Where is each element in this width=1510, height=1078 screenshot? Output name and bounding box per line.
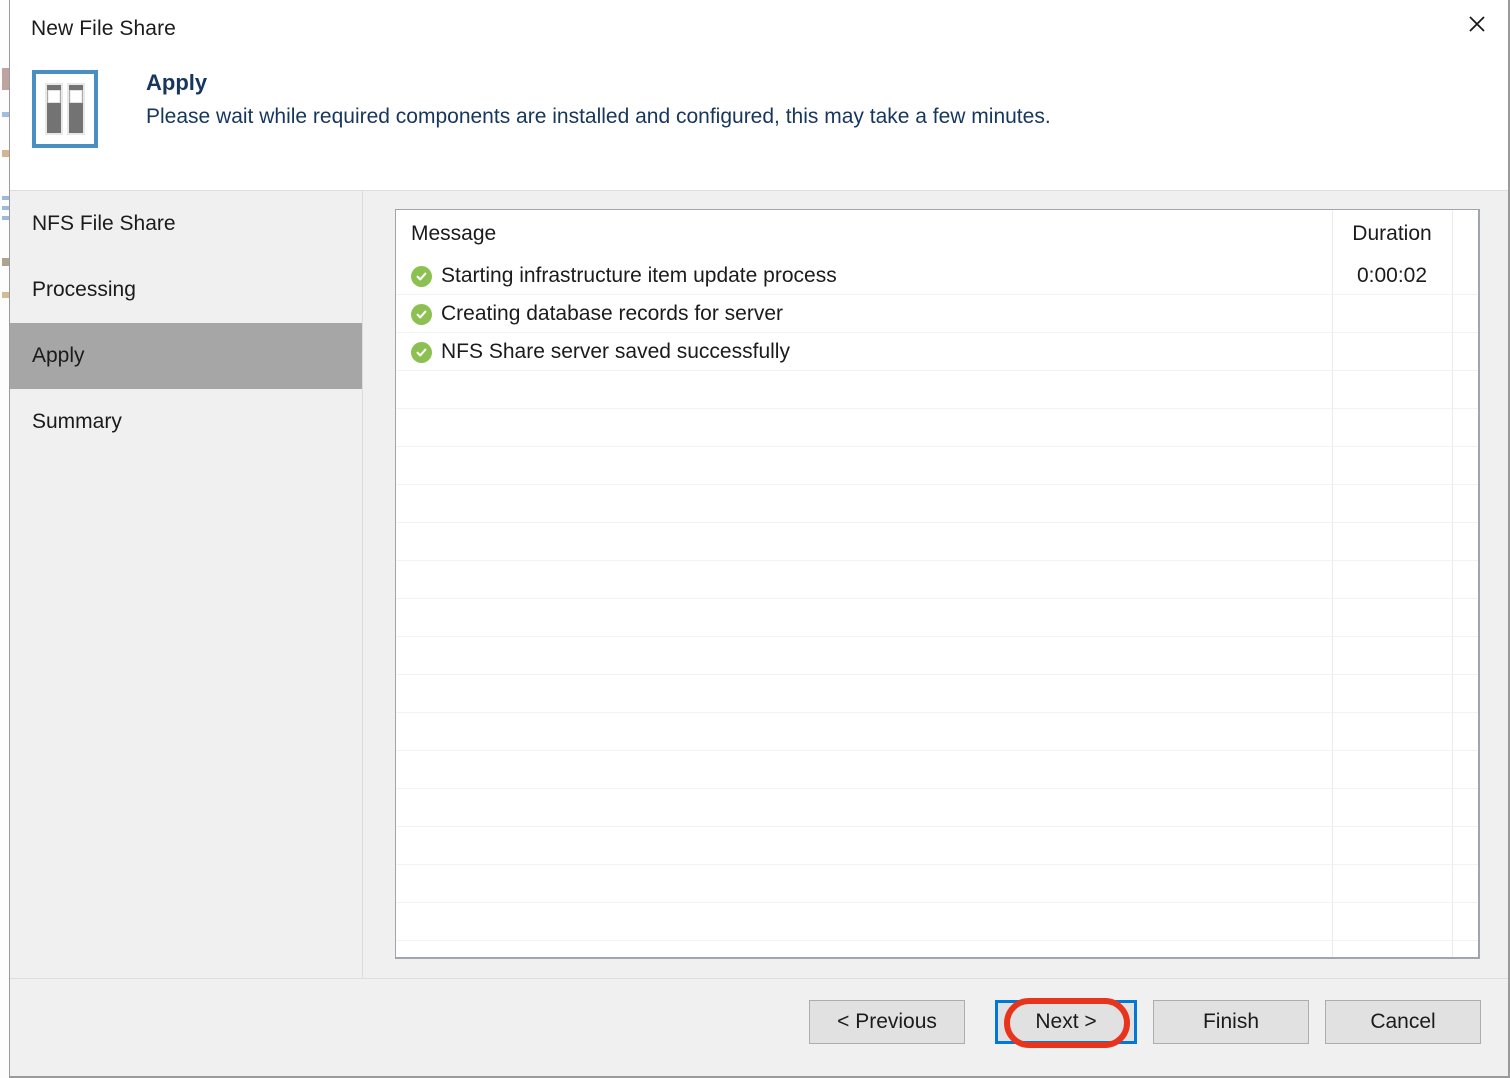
table-row-empty bbox=[396, 485, 1478, 523]
table-row[interactable]: NFS Share server saved successfully bbox=[396, 333, 1478, 371]
table-row-empty bbox=[396, 903, 1478, 941]
background-window-sliver bbox=[0, 0, 9, 1078]
row-message-text: Creating database records for server bbox=[441, 302, 783, 325]
page-description: Please wait while required components ar… bbox=[146, 105, 1051, 128]
sidebar-item-processing[interactable]: Processing bbox=[10, 257, 362, 323]
file-share-server-icon bbox=[32, 70, 98, 148]
dialog-body: NFS File Share Processing Apply Summary … bbox=[10, 190, 1508, 978]
table-row-empty bbox=[396, 941, 1478, 957]
row-duration-cell: 0:00:02 bbox=[1356, 264, 1428, 287]
close-icon bbox=[1467, 14, 1487, 34]
row-message-cell: Starting infrastructure item update proc… bbox=[411, 257, 837, 295]
content-area: Message Duration Starting infrastructure… bbox=[364, 191, 1508, 978]
row-message-text: Starting infrastructure item update proc… bbox=[441, 264, 837, 287]
next-button[interactable]: Next > bbox=[995, 1000, 1137, 1044]
row-message-cell: Creating database records for server bbox=[411, 295, 783, 333]
table-row-empty bbox=[396, 447, 1478, 485]
row-duration-cell bbox=[1332, 295, 1452, 333]
sidebar-item-nfs-file-share[interactable]: NFS File Share bbox=[10, 191, 362, 257]
table-row-empty bbox=[396, 789, 1478, 827]
new-file-share-dialog: New File Share Apply Please wait while r… bbox=[9, 0, 1510, 1078]
previous-button[interactable]: < Previous bbox=[809, 1000, 965, 1044]
table-row-empty bbox=[396, 637, 1478, 675]
row-message-text: NFS Share server saved successfully bbox=[441, 340, 790, 363]
progress-message-list[interactable]: Message Duration Starting infrastructure… bbox=[395, 209, 1480, 959]
row-duration-cell bbox=[1332, 333, 1452, 371]
sidebar-item-label: Apply bbox=[32, 344, 85, 367]
column-header-duration[interactable]: Duration bbox=[1332, 222, 1452, 246]
table-row-empty bbox=[396, 751, 1478, 789]
row-message-cell: NFS Share server saved successfully bbox=[411, 333, 790, 371]
dialog-header: Apply Please wait while required compone… bbox=[10, 58, 1508, 190]
table-row[interactable]: Creating database records for server bbox=[396, 295, 1478, 333]
finish-button[interactable]: Finish bbox=[1153, 1000, 1309, 1044]
close-button[interactable] bbox=[1446, 0, 1508, 48]
success-check-icon bbox=[411, 265, 432, 287]
list-rows: Starting infrastructure item update proc… bbox=[396, 257, 1478, 957]
success-check-icon bbox=[411, 303, 432, 325]
table-row-empty bbox=[396, 523, 1478, 561]
column-header-message[interactable]: Message bbox=[411, 222, 496, 246]
table-row-empty bbox=[396, 599, 1478, 637]
table-row-empty bbox=[396, 865, 1478, 903]
sidebar-item-summary[interactable]: Summary bbox=[10, 389, 362, 455]
title-bar: New File Share bbox=[10, 0, 1508, 58]
wizard-steps-sidebar: NFS File Share Processing Apply Summary bbox=[10, 191, 363, 978]
table-row-empty bbox=[396, 561, 1478, 599]
page-title: Apply bbox=[146, 70, 208, 95]
table-row[interactable]: Starting infrastructure item update proc… bbox=[396, 257, 1478, 295]
cancel-button[interactable]: Cancel bbox=[1325, 1000, 1481, 1044]
dialog-footer: < Previous Next > Finish Cancel bbox=[10, 978, 1508, 1076]
table-row-empty bbox=[396, 827, 1478, 865]
sidebar-item-apply[interactable]: Apply bbox=[10, 323, 362, 389]
table-row-empty bbox=[396, 675, 1478, 713]
success-check-icon bbox=[411, 341, 432, 363]
sidebar-item-label: Processing bbox=[32, 278, 136, 301]
table-row-empty bbox=[396, 713, 1478, 751]
window-title: New File Share bbox=[31, 17, 176, 40]
table-row-empty bbox=[396, 409, 1478, 447]
table-row-empty bbox=[396, 371, 1478, 409]
list-header-row: Message Duration bbox=[396, 210, 1478, 257]
sidebar-item-label: Summary bbox=[32, 410, 122, 433]
sidebar-item-label: NFS File Share bbox=[32, 212, 176, 235]
